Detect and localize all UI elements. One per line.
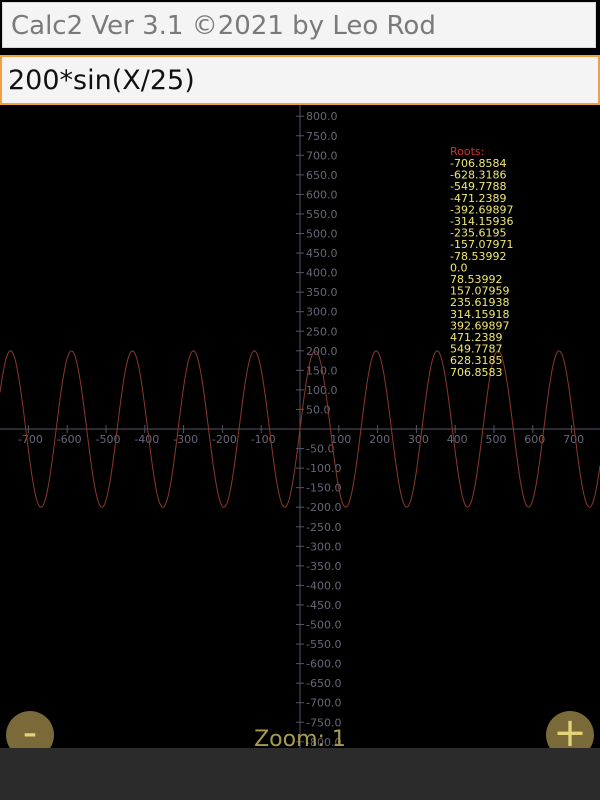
y-tick-label: 400.0 — [306, 267, 338, 280]
x-tick-label: -200 — [212, 433, 237, 446]
y-tick-label: -200.0 — [306, 501, 341, 514]
y-tick-label: -300.0 — [306, 540, 341, 553]
y-tick-label: 700.0 — [306, 149, 338, 162]
x-tick-label: 200 — [369, 433, 390, 446]
x-tick-label: 500 — [486, 433, 507, 446]
root-value: 706.8583 — [450, 366, 503, 379]
y-tick-label: -250.0 — [306, 521, 341, 534]
y-tick-label: -550.0 — [306, 638, 341, 651]
x-tick-labels: -700 -600 -500 -400 -300 -200 -100 100 200 300 400… — [18, 425, 584, 446]
x-tick-label: -700 — [18, 433, 43, 446]
x-tick-label: -400 — [134, 433, 159, 446]
bottom-bar — [0, 748, 600, 800]
graph-canvas[interactable]: -700 -600 -500 -400 -300 -200 -100 100 200 300 400… — [0, 105, 600, 748]
y-tick-label: 550.0 — [306, 208, 338, 221]
roots-list: Roots: -706.8584-628.3186-549.7788-471.2… — [450, 145, 513, 379]
x-tick-label: 400 — [447, 433, 468, 446]
y-tick-label: 50.0 — [306, 403, 331, 416]
y-tick-label: 800.0 — [306, 110, 338, 123]
x-tick-label: 700 — [563, 433, 584, 446]
x-tick-label: 300 — [408, 433, 429, 446]
app-title: Calc2 Ver 3.1 ©2021 by Leo Rod — [11, 11, 436, 41]
x-tick-label: -100 — [251, 433, 276, 446]
y-tick-label: 750.0 — [306, 130, 338, 143]
y-tick-label: -50.0 — [306, 443, 334, 456]
y-tick-label: 650.0 — [306, 169, 338, 182]
y-tick-label: 300.0 — [306, 306, 338, 319]
y-tick-label: 450.0 — [306, 247, 338, 260]
y-tick-label: 200.0 — [306, 345, 338, 358]
expression-input[interactable] — [0, 55, 600, 105]
y-tick-label: -150.0 — [306, 482, 341, 495]
y-tick-label: -350.0 — [306, 560, 341, 573]
y-tick-label: -650.0 — [306, 677, 341, 690]
y-tick-label: -400.0 — [306, 579, 341, 592]
y-tick-label: 350.0 — [306, 286, 338, 299]
y-tick-label: -700.0 — [306, 697, 341, 710]
y-tick-label: 500.0 — [306, 228, 338, 241]
y-tick-label: -500.0 — [306, 619, 341, 632]
y-tick-label: -450.0 — [306, 599, 341, 612]
x-tick-label: -600 — [57, 433, 82, 446]
y-tick-label: 600.0 — [306, 188, 338, 201]
app-title-bar: Calc2 Ver 3.1 ©2021 by Leo Rod — [2, 2, 596, 48]
y-tick-label: 250.0 — [306, 325, 338, 338]
y-tick-label: 100.0 — [306, 384, 338, 397]
y-tick-label: -600.0 — [306, 658, 341, 671]
